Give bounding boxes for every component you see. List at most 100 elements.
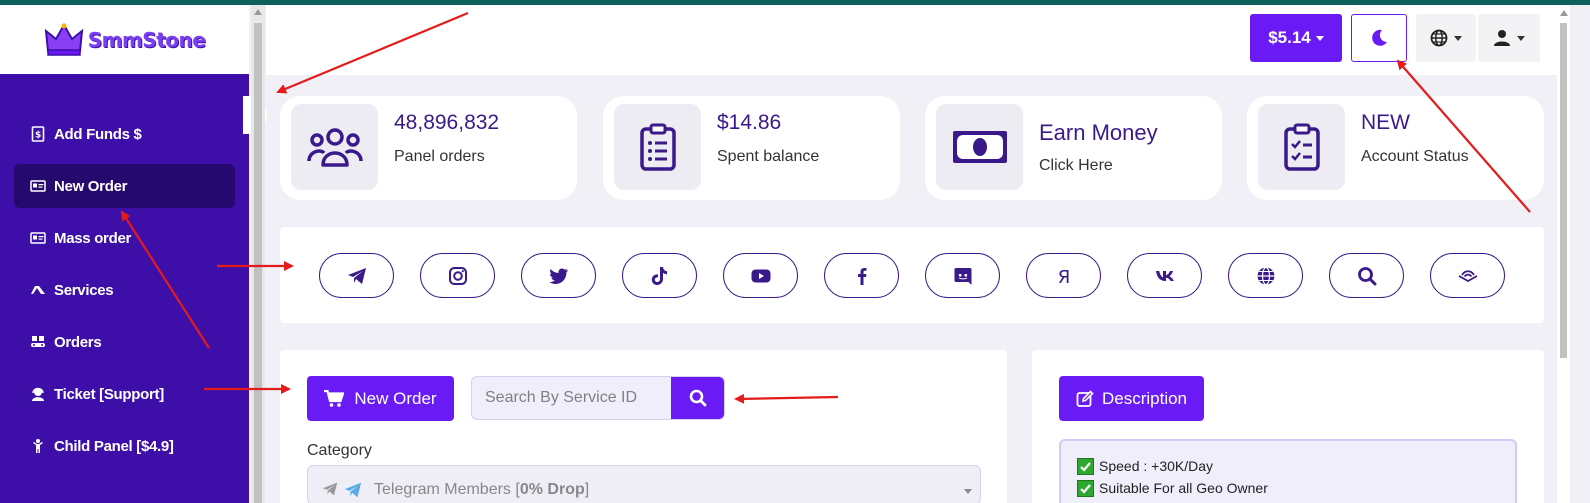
stat-value: $14.86: [717, 111, 782, 134]
description-line: Suitable For all Geo Owner: [1077, 477, 1499, 499]
stat-icon-box: [291, 104, 378, 190]
brand-name: SmmStone: [87, 27, 206, 52]
new-order-button[interactable]: New Order: [307, 376, 454, 421]
globe-icon: [1257, 266, 1274, 285]
globe-icon: [1430, 29, 1448, 47]
category-icons: [322, 481, 362, 499]
child-icon: [33, 439, 43, 453]
stat-icon-box: [1258, 104, 1345, 190]
edit-icon: [1076, 389, 1094, 407]
sidebar-item-mass-order[interactable]: Mass order: [14, 216, 235, 260]
telegram-icon: [347, 267, 366, 284]
platform-filter-bar: Я: [280, 227, 1544, 323]
filter-instagram-button[interactable]: [420, 253, 495, 298]
language-dropdown[interactable]: [1416, 14, 1476, 62]
category-select[interactable]: Telegram Members [0% Drop]: [307, 465, 981, 503]
service-id-search-input[interactable]: [472, 377, 672, 419]
crown-icon: [44, 22, 83, 56]
category-value-prefix: Telegram Members [: [374, 481, 520, 498]
filter-yandex-button[interactable]: Я: [1026, 253, 1101, 298]
filter-telegram-button[interactable]: [319, 253, 394, 298]
sidebar-item-label: Services: [54, 281, 114, 299]
stat-card-account-status: NEW Account Status: [1247, 96, 1544, 200]
dropdown-arrow-icon: [964, 489, 972, 494]
description-panel: Description Speed : +30K/Day Suitable Fo…: [1032, 350, 1544, 503]
id-card-icon: [30, 180, 46, 192]
sidebar-item-orders[interactable]: Orders: [14, 320, 235, 364]
caret-down-icon: [1315, 35, 1324, 41]
description-box: Speed : +30K/Day Suitable For all Geo Ow…: [1059, 439, 1517, 503]
sidebar-item-label: Mass order: [54, 229, 132, 247]
discord-icon: [954, 267, 971, 285]
description-line-text: Speed : +30K/Day: [1099, 458, 1214, 474]
stat-value: 48,896,832: [394, 111, 500, 134]
support-agent-icon: [32, 387, 44, 401]
check-icon: [1077, 457, 1094, 475]
sidebar-item-child-panel[interactable]: Child Panel [$4.9]: [14, 424, 235, 468]
theme-toggle-button[interactable]: [1351, 14, 1407, 62]
stat-value: Earn Money: [1039, 120, 1158, 145]
sidebar: SmmStone $ Add Funds $ New Order Mass or…: [0, 5, 249, 503]
search-icon: [689, 389, 707, 407]
sidebar-item-label: Orders: [54, 333, 102, 351]
new-order-panel: New Order Category Telegram Members [0% …: [280, 350, 1007, 503]
description-line: Speed : +30K/Day: [1077, 455, 1499, 477]
user-icon: [1494, 30, 1510, 46]
filter-audible-button[interactable]: [1430, 253, 1505, 298]
conveyor-icon: [31, 336, 45, 347]
sidebar-scrollbar[interactable]: [251, 5, 265, 503]
check-icon: [1077, 479, 1094, 497]
moon-icon: [1372, 29, 1387, 46]
sidebar-item-label: Add Funds $: [54, 125, 142, 143]
balance-dropdown[interactable]: $5.14: [1250, 14, 1342, 62]
money-bill-icon: [952, 131, 1007, 163]
sidebar-item-add-funds[interactable]: $ Add Funds $: [14, 112, 235, 156]
audible-icon: [1458, 269, 1477, 282]
sidebar-item-ticket[interactable]: Ticket [Support]: [14, 372, 235, 416]
telegram-icon: [322, 482, 338, 496]
category-value-bold: 0% Drop: [519, 481, 585, 498]
instagram-icon: [448, 266, 467, 285]
category-value-suffix: ]: [584, 481, 590, 498]
filter-other-button[interactable]: [1228, 253, 1303, 298]
receipt-icon: $: [31, 126, 45, 142]
vk-icon: [1155, 270, 1174, 281]
page-scrollbar[interactable]: [1557, 5, 1570, 503]
facebook-icon: [857, 267, 866, 285]
stat-label: Panel orders: [394, 148, 485, 165]
caret-down-icon: [1454, 35, 1462, 41]
sidebar-item-label: Ticket [Support]: [54, 385, 164, 403]
stat-card-earn-money[interactable]: Earn Money Click Here: [925, 96, 1222, 200]
filter-discord-button[interactable]: [925, 253, 1000, 298]
search-button[interactable]: [671, 377, 724, 419]
filter-youtube-button[interactable]: [723, 253, 798, 298]
twitter-icon: [548, 268, 568, 284]
description-line-text: Suitable For all Geo Owner: [1099, 480, 1268, 496]
tag-icon: [31, 286, 45, 294]
sidebar-item-services[interactable]: Services: [14, 268, 235, 312]
clipboard-check-icon: [1283, 123, 1320, 171]
stat-card-spent-balance: $14.86 Spent balance: [603, 96, 900, 200]
filter-tiktok-button[interactable]: [622, 253, 697, 298]
stat-label: Spent balance: [717, 148, 820, 165]
top-header: $5.14: [266, 5, 1557, 75]
stat-label: Click Here: [1039, 157, 1113, 174]
balance-amount: $5.14: [1268, 28, 1311, 47]
filter-vk-button[interactable]: [1127, 253, 1202, 298]
category-value: Telegram Members [0% Drop]: [374, 481, 589, 499]
logo-area[interactable]: SmmStone: [0, 5, 249, 74]
stat-icon-box: [936, 104, 1023, 190]
category-label: Category: [307, 442, 372, 459]
filter-search-button[interactable]: [1329, 253, 1404, 298]
cart-icon: [324, 389, 345, 407]
sidebar-item-new-order[interactable]: New Order: [14, 164, 235, 208]
caret-down-icon: [1517, 35, 1525, 41]
filter-facebook-button[interactable]: [824, 253, 899, 298]
filter-twitter-button[interactable]: [521, 253, 596, 298]
new-order-button-label: New Order: [354, 388, 437, 408]
youtube-icon: [751, 269, 770, 282]
clipboard-list-icon: [639, 123, 676, 171]
description-button[interactable]: Description: [1059, 376, 1204, 421]
user-dropdown[interactable]: [1478, 14, 1540, 62]
brand-logo[interactable]: SmmStone: [44, 22, 206, 57]
